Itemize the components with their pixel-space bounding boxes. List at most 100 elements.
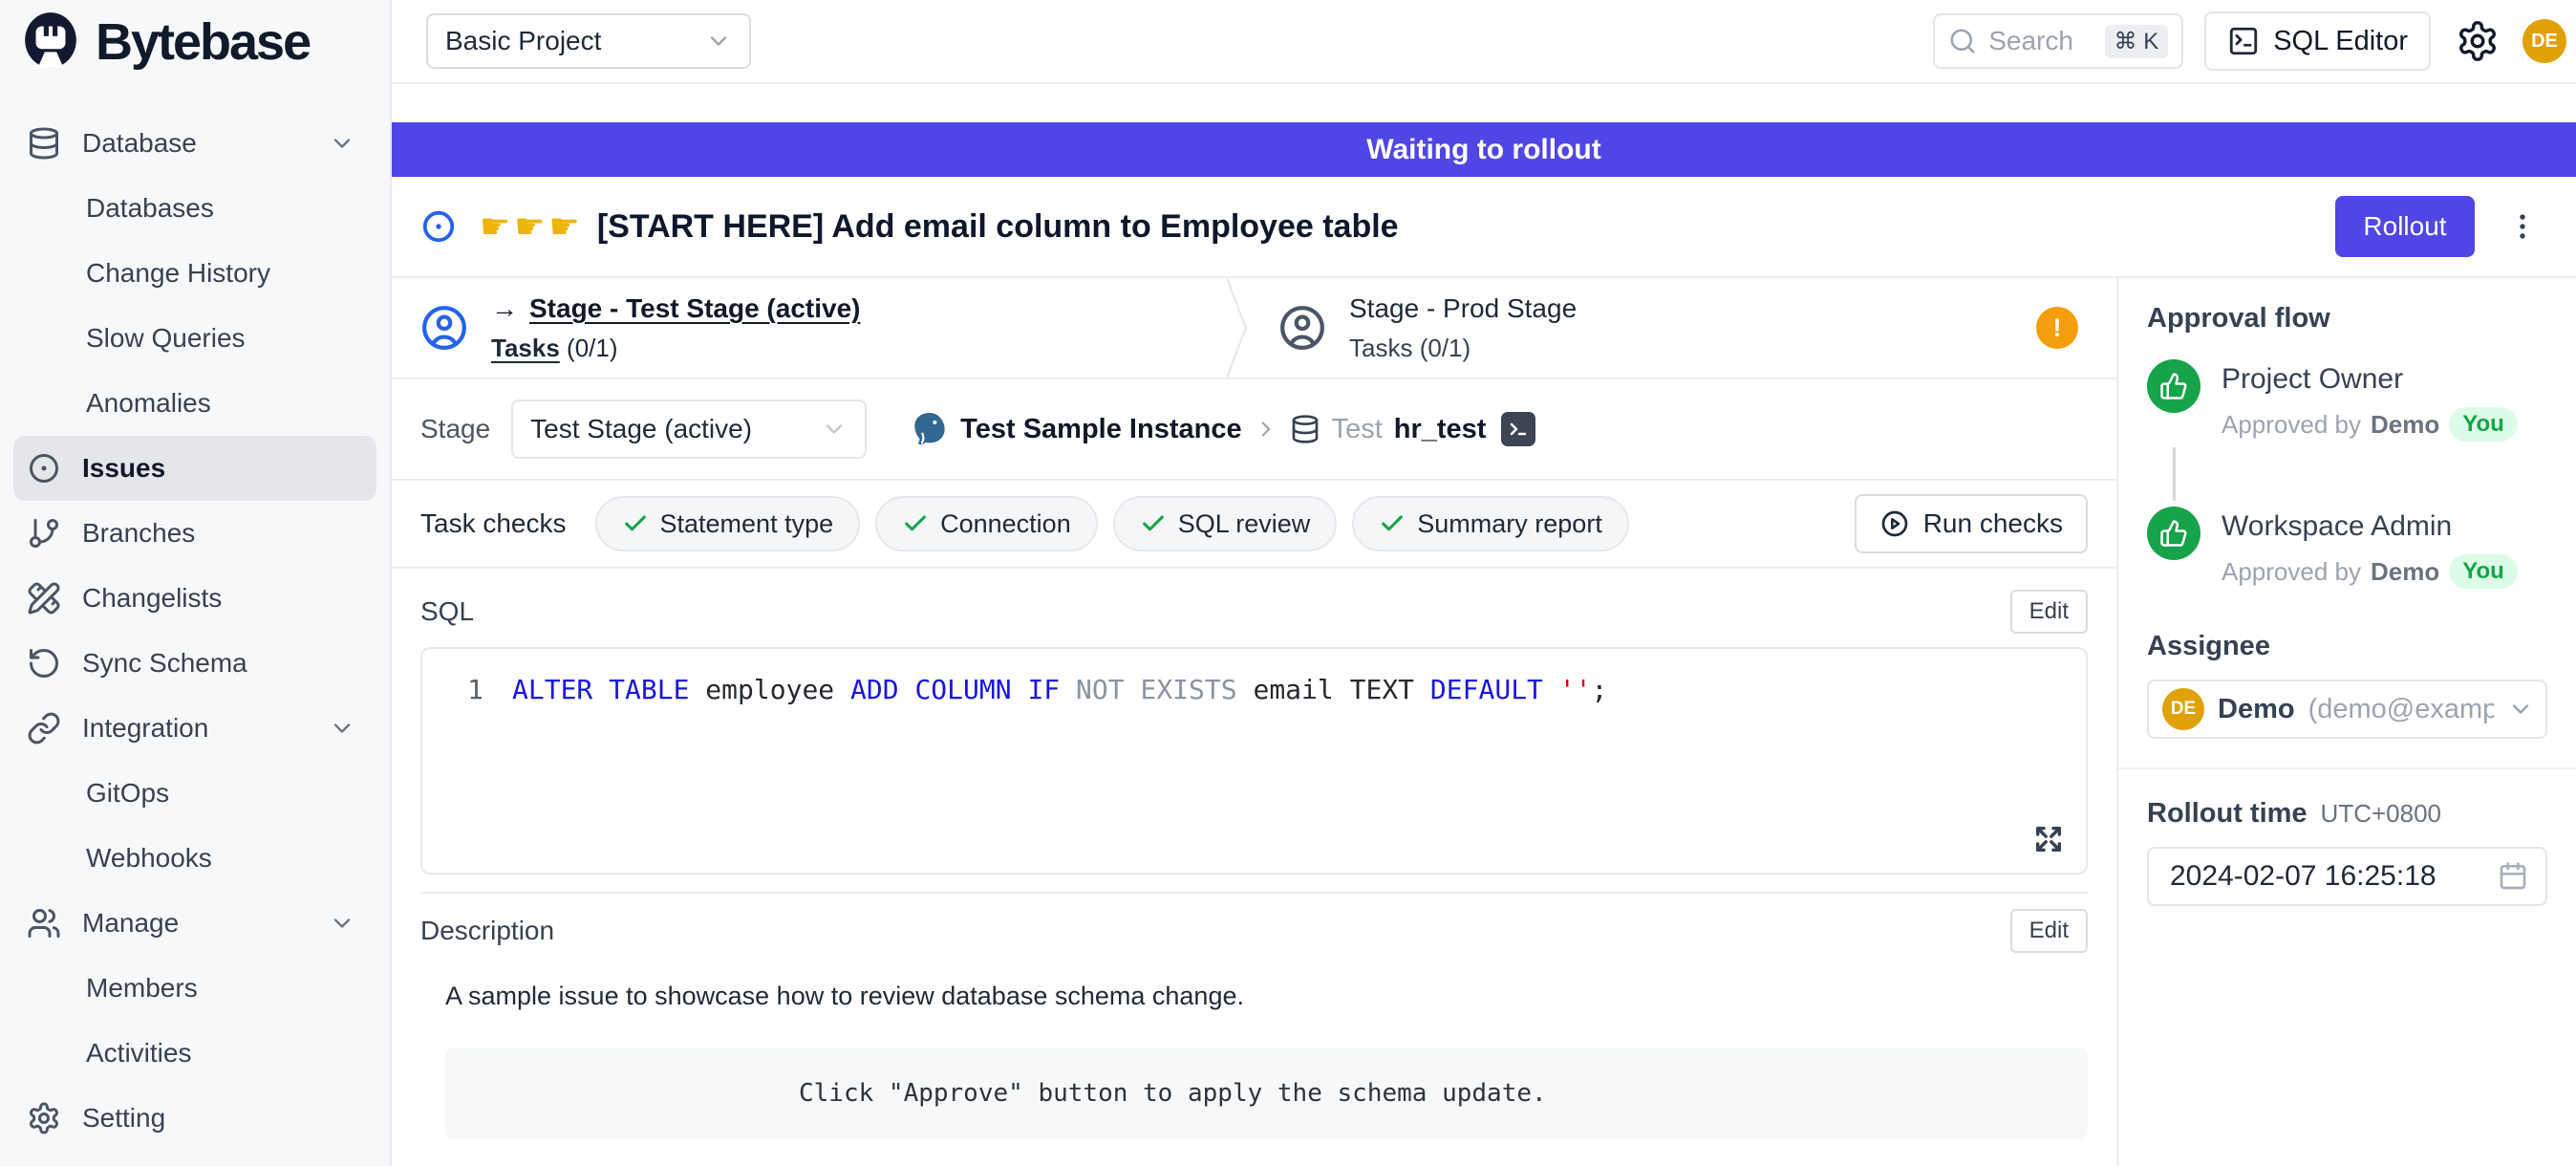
assignee-heading: Assignee: [2147, 631, 2547, 662]
stage-select-dropdown[interactable]: Test Stage (active): [511, 399, 867, 459]
rollout-time-input[interactable]: 2024-02-07 16:25:18: [2147, 847, 2547, 906]
expand-icon[interactable]: [2032, 823, 2065, 855]
rollout-button[interactable]: Rollout: [2335, 196, 2475, 257]
chevron-down-icon: [705, 28, 732, 54]
pointer-emoji: ☛☛☛: [480, 206, 584, 247]
sidebar-item-databases[interactable]: Databases: [13, 176, 376, 241]
settings-gear-button[interactable]: [2456, 19, 2500, 63]
kebab-menu-icon[interactable]: [2503, 202, 2542, 251]
sql-editor-button[interactable]: SQL Editor: [2204, 11, 2431, 71]
user-circle-icon: [1278, 304, 1326, 352]
stage-selector-label: Stage: [420, 414, 490, 444]
approval-steps: Project Owner Approved by Demo You W: [2147, 359, 2547, 589]
assignee-email: (demo@example: [2308, 694, 2494, 725]
chevron-down-icon: [329, 130, 355, 157]
sidebar-item-sync-schema[interactable]: Sync Schema: [13, 631, 376, 696]
stage-tasks-label: Tasks: [1349, 334, 1412, 362]
check-summary-report[interactable]: Summary report: [1352, 496, 1629, 551]
sidebar-item-branches[interactable]: Branches: [13, 501, 376, 566]
sql-token: DEFAULT: [1430, 674, 1559, 705]
top-bar: Basic Project Search ⌘ K SQL Editor DE: [392, 0, 2576, 84]
sql-token: ;: [1591, 674, 1607, 705]
sql-editor-label: SQL Editor: [2273, 26, 2408, 57]
run-checks-button[interactable]: Run checks: [1855, 494, 2088, 553]
approval-role: Project Owner: [2222, 363, 2518, 396]
project-selector[interactable]: Basic Project: [426, 13, 751, 69]
bytebase-app: Bytebase Database Databases Change Histo…: [0, 0, 2576, 1166]
chevron-down-icon: [329, 910, 355, 937]
sidebar-item-anomalies[interactable]: Anomalies: [13, 371, 376, 436]
sidebar-item-changelists[interactable]: Changelists: [13, 566, 376, 631]
alert-icon: !: [2036, 307, 2078, 349]
open-sql-editor-icon[interactable]: [1501, 412, 1535, 446]
sidebar-item-gitops[interactable]: GitOps: [13, 761, 376, 826]
sidebar-nav: Database Databases Change History Slow Q…: [0, 111, 390, 1151]
thumbs-up-icon: [2147, 359, 2200, 413]
sidebar-item-members[interactable]: Members: [13, 956, 376, 1021]
stage-tasks-count: (0/1): [567, 334, 617, 362]
play-circle-icon: [1879, 508, 1910, 539]
assignee-select[interactable]: DE Demo (demo@example: [2147, 680, 2547, 739]
sync-icon: [27, 646, 61, 680]
sidebar-item-manage[interactable]: Manage: [13, 891, 376, 956]
sql-token: NOT EXISTS: [1060, 674, 1253, 705]
check-sql-review[interactable]: SQL review: [1113, 496, 1338, 551]
link-icon: [27, 711, 61, 745]
sql-section: SQL Edit 1ALTER TABLE employee ADD COLUM…: [392, 569, 2116, 874]
environment-label: Test: [1332, 414, 1383, 445]
check-icon: [1140, 510, 1167, 537]
stage-tab-test[interactable]: → Stage - Test Stage (active) Tasks (0/1…: [392, 278, 1225, 378]
calendar-icon[interactable]: [2498, 861, 2528, 892]
rollout-time-label: Rollout time: [2147, 798, 2308, 830]
check-icon: [902, 510, 929, 537]
approval-connector: [2173, 447, 2176, 501]
issue-title: [START HERE] Add email column to Employe…: [597, 208, 2335, 246]
search-input[interactable]: Search ⌘ K: [1933, 13, 2183, 69]
sql-heading: SQL: [420, 596, 474, 627]
sql-token: ADD COLUMN IF: [850, 674, 1060, 705]
check-statement-type[interactable]: Statement type: [595, 496, 861, 551]
sidebar-item-activities[interactable]: Activities: [13, 1021, 376, 1086]
approver-name: Demo: [2371, 557, 2439, 587]
search-shortcut-badge: ⌘ K: [2105, 25, 2169, 58]
project-selector-value: Basic Project: [445, 26, 601, 56]
sidebar-item-change-history[interactable]: Change History: [13, 241, 376, 306]
check-connection[interactable]: Connection: [875, 496, 1098, 551]
sql-token: email TEXT: [1253, 674, 1429, 705]
sidebar-item-slow-queries[interactable]: Slow Queries: [13, 306, 376, 371]
you-badge: You: [2449, 407, 2518, 442]
database-icon: [27, 126, 61, 161]
sidebar-item-webhooks[interactable]: Webhooks: [13, 826, 376, 891]
stage-tasks-link[interactable]: Tasks: [491, 334, 560, 362]
sql-token: ALTER TABLE: [512, 674, 689, 705]
description-edit-button[interactable]: Edit: [2010, 909, 2088, 953]
sidebar-item-database[interactable]: Database: [13, 111, 376, 176]
approval-flow-heading: Approval flow: [2147, 303, 2547, 335]
assignee-avatar: DE: [2162, 688, 2204, 730]
you-badge: You: [2449, 554, 2518, 589]
chevron-down-icon: [329, 715, 355, 742]
check-icon: [622, 510, 649, 537]
stage-tabs: → Stage - Test Stage (active) Tasks (0/1…: [392, 278, 2116, 379]
sidebar-item-integration[interactable]: Integration: [13, 696, 376, 761]
sidebar-item-setting[interactable]: Setting: [13, 1086, 376, 1151]
brand-logo[interactable]: Bytebase: [0, 0, 390, 84]
stage-select-value: Test Stage (active): [530, 414, 752, 444]
sidebar-item-issues[interactable]: Issues: [13, 436, 376, 501]
user-circle-icon: [420, 304, 468, 352]
issue-title-row: ☛☛☛ [START HERE] Add email column to Emp…: [392, 177, 2576, 278]
sql-edit-button[interactable]: Edit: [2010, 590, 2088, 634]
sql-code-editor: 1ALTER TABLE employee ADD COLUMN IF NOT …: [420, 647, 2088, 874]
approval-step-workspace-admin: Workspace Admin Approved by Demo You: [2147, 507, 2547, 589]
issue-open-status-icon: [420, 208, 457, 245]
approver-name: Demo: [2371, 410, 2439, 440]
description-heading: Description: [420, 916, 554, 946]
instance-link[interactable]: Test Sample Instance: [960, 414, 1241, 445]
database-link[interactable]: hr_test: [1394, 414, 1487, 445]
thumbs-up-icon: [2147, 507, 2200, 560]
description-section: Description Edit A sample issue to showc…: [392, 894, 2116, 1139]
status-banner-text: Waiting to rollout: [1366, 134, 1601, 166]
user-avatar[interactable]: DE: [2522, 19, 2566, 63]
line-number: 1: [422, 674, 512, 705]
stage-tab-prod[interactable]: Stage - Prod Stage Tasks (0/1) !: [1250, 278, 2116, 378]
